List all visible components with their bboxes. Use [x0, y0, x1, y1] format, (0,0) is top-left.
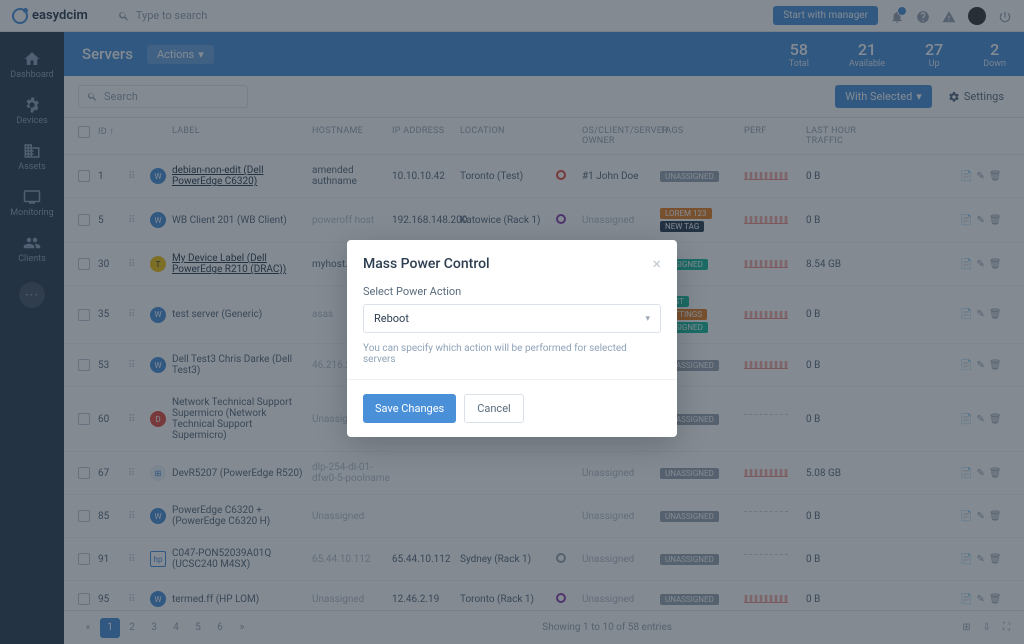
close-icon[interactable]: ×: [652, 254, 661, 273]
power-action-select[interactable]: Reboot ▾: [363, 304, 661, 333]
save-button[interactable]: Save Changes: [363, 394, 456, 423]
power-action-label: Select Power Action: [363, 285, 661, 298]
modal-title: Mass Power Control: [363, 256, 490, 272]
mass-power-modal: Mass Power Control × Select Power Action…: [347, 240, 677, 437]
cancel-button[interactable]: Cancel: [464, 394, 523, 423]
chevron-down-icon: ▾: [645, 314, 650, 324]
modal-overlay[interactable]: Mass Power Control × Select Power Action…: [0, 0, 1024, 644]
modal-header: Mass Power Control ×: [347, 240, 677, 285]
select-value: Reboot: [374, 312, 409, 325]
modal-footer: Save Changes Cancel: [347, 380, 677, 437]
modal-body: Select Power Action Reboot ▾ You can spe…: [347, 285, 677, 380]
help-text: You can specify which action will be per…: [363, 343, 661, 365]
